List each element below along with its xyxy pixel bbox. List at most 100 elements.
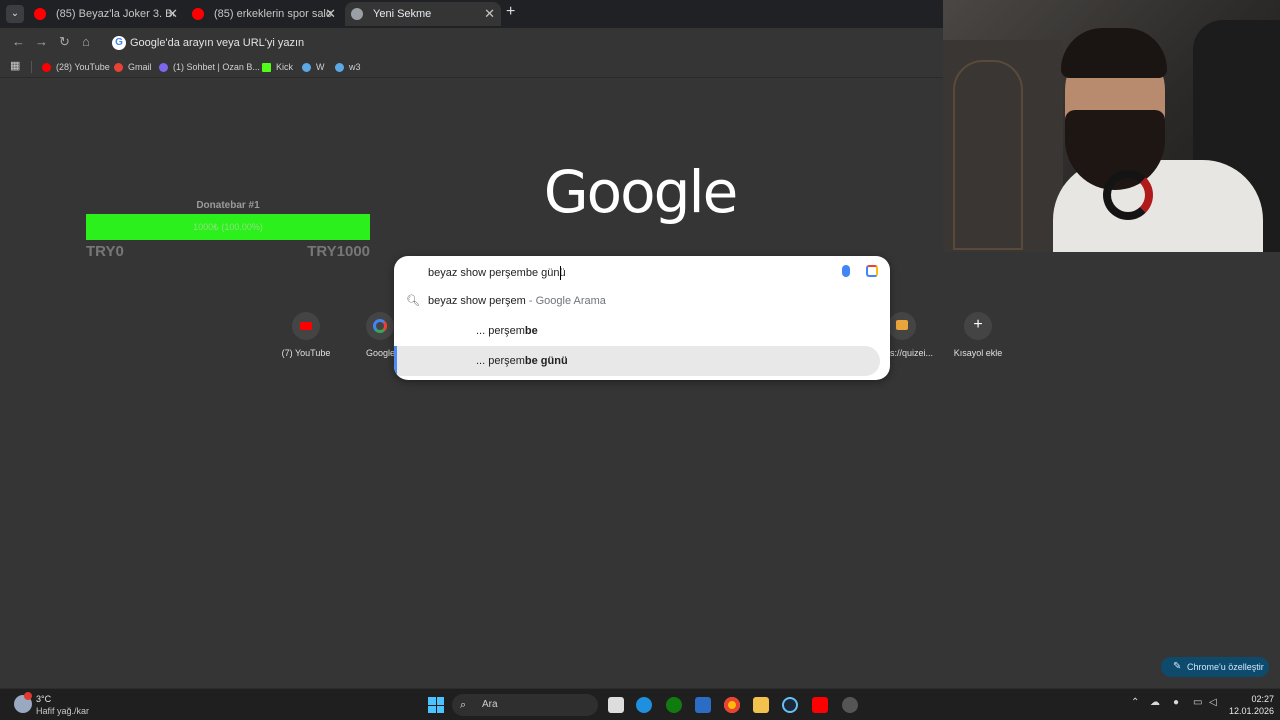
- search-icon: 🔍︎: [406, 295, 420, 307]
- shortcut-add[interactable]: + Kısayol ekle: [938, 312, 1018, 358]
- donatebar-max-label: TRY1000: [307, 243, 370, 260]
- gmail-icon: [114, 63, 123, 72]
- task-view-icon[interactable]: [608, 697, 624, 713]
- windows-start-icon[interactable]: [428, 697, 444, 713]
- clock-time[interactable]: 02:27: [1230, 694, 1274, 704]
- google-lens-icon[interactable]: [866, 265, 878, 277]
- webcam-overlay: [943, 0, 1280, 252]
- bookmark-label: Gmail: [128, 62, 152, 72]
- taskbar: 3°C Hafif yağ./kar ⌕ Ara ⌃ ☁ ● ▭ ◁ 02:27…: [0, 688, 1280, 720]
- donatebar-progress-text: 1000₺ (100.00%): [193, 222, 263, 232]
- globe-icon: [335, 63, 344, 72]
- close-icon[interactable]: ✕: [484, 2, 495, 26]
- google-logo: Google: [543, 158, 739, 226]
- shortcut-youtube[interactable]: (7) YouTube: [266, 312, 346, 358]
- bookmark-label: w3: [349, 62, 361, 72]
- youtube-icon: [34, 8, 46, 20]
- suggestion-query: ... perşem: [476, 325, 525, 337]
- bookmark-sohbet[interactable]: (1) Sohbet | Ozan B...: [159, 59, 260, 75]
- search-icon: ⌕: [460, 699, 467, 711]
- address-placeholder: Google'da arayın veya URL'yi yazın: [130, 37, 305, 49]
- google-icon: [373, 319, 387, 333]
- suggestion-item[interactable]: ... perşembe: [394, 316, 890, 346]
- bookmark-youtube[interactable]: (28) YouTube: [42, 59, 110, 75]
- google-icon: G: [112, 36, 126, 50]
- bookmark-label: W: [316, 62, 325, 72]
- notification-badge: [24, 692, 32, 700]
- shortcut-label: s://quizei...: [890, 348, 934, 358]
- tab-spor-salonu[interactable]: (85) erkeklerin spor salonunda ✕: [186, 2, 342, 26]
- suggestion-text: beyaz show perşem - Google Arama: [428, 286, 606, 316]
- tab-yeni-sekme[interactable]: Yeni Sekme ✕: [345, 2, 501, 26]
- tab-title: Yeni Sekme: [373, 8, 432, 20]
- new-tab-button[interactable]: +: [506, 3, 515, 21]
- close-icon[interactable]: ✕: [167, 2, 178, 26]
- shortcut-quizei[interactable]: s://quizei...: [890, 312, 934, 358]
- tab-title: (85) erkeklerin spor salonunda: [214, 8, 332, 20]
- speaker-icon[interactable]: ◁: [1209, 697, 1217, 708]
- forward-icon[interactable]: →: [35, 34, 48, 49]
- close-icon[interactable]: ✕: [325, 2, 336, 26]
- display-icon[interactable]: ▭: [1193, 697, 1202, 708]
- microphone-icon[interactable]: [842, 265, 850, 277]
- shortcut-google[interactable]: Google: [340, 312, 394, 358]
- bookmark-gmail[interactable]: Gmail: [114, 59, 152, 75]
- youtube-icon: [192, 8, 204, 20]
- search-dropdown: 🔍︎ beyaz show perşem - Google Arama ... …: [394, 256, 890, 380]
- customize-label: Chrome'u özelleştir: [1187, 662, 1264, 672]
- shortcut-label: Kısayol ekle: [953, 348, 1003, 358]
- tab-beyaz-joker[interactable]: (85) Beyaz'la Joker 3. Bölüm - Y ✕: [28, 2, 184, 26]
- chrome-icon: [351, 8, 363, 20]
- taskbar-search[interactable]: ⌕ Ara: [452, 694, 598, 716]
- edge-icon[interactable]: [636, 697, 652, 713]
- bookmark-w3[interactable]: w3: [335, 59, 361, 75]
- taskbar-search-label: Ara: [482, 699, 498, 710]
- donatebar-progress: 1000₺ (100.00%): [86, 214, 370, 240]
- kick-icon: [262, 63, 271, 72]
- microphone-icon[interactable]: ●: [1173, 697, 1179, 708]
- address-bar[interactable]: G Google'da arayın veya URL'yi yazın: [104, 32, 944, 54]
- bookmark-w[interactable]: W: [302, 59, 325, 75]
- home-icon[interactable]: ⌂: [82, 34, 90, 49]
- suggestion-item-selected[interactable]: ... perşembe günü: [394, 346, 880, 376]
- divider: [31, 61, 32, 73]
- xbox-icon[interactable]: [666, 697, 682, 713]
- globe-icon: [302, 63, 311, 72]
- suggestion-item[interactable]: 🔍︎ beyaz show perşem - Google Arama: [394, 286, 890, 316]
- bookmark-label: (1) Sohbet | Ozan B...: [173, 62, 260, 72]
- weather-temperature: 3°C: [36, 694, 52, 704]
- webcam-clothes-rack: [953, 60, 1023, 250]
- customize-chrome-button[interactable]: ✎ Chrome'u özelleştir: [1161, 657, 1269, 677]
- text-cursor: [560, 266, 561, 280]
- app-icon[interactable]: [842, 697, 858, 713]
- search-input[interactable]: [428, 264, 828, 282]
- apps-grid-icon[interactable]: ▦: [10, 60, 22, 72]
- weather-description: Hafif yağ./kar: [36, 706, 90, 716]
- plus-icon: +: [973, 316, 983, 333]
- webcam-person-hair: [1061, 28, 1167, 78]
- suggestion-text: ... perşembe günü: [476, 346, 568, 376]
- bookmark-label: (28) YouTube: [56, 62, 110, 72]
- chrome-icon[interactable]: [724, 697, 740, 713]
- file-explorer-icon[interactable]: [753, 697, 769, 713]
- shortcut-label: Google: [366, 348, 394, 358]
- pencil-icon: ✎: [1173, 661, 1182, 672]
- donatebar-min-label: TRY0: [86, 243, 124, 260]
- chevron-up-icon[interactable]: ⌃: [1131, 697, 1139, 708]
- bookmark-label: Kick: [276, 62, 294, 72]
- shortcut-label: (7) YouTube: [281, 348, 331, 358]
- suggestion-suffix: - Google Arama: [525, 295, 606, 307]
- suggestion-completion: be: [524, 325, 538, 337]
- bookmark-kick[interactable]: Kick: [262, 59, 293, 75]
- donatebar-title: Donatebar #1: [196, 200, 260, 211]
- shortcut-icon: [292, 312, 320, 340]
- clock-date[interactable]: 12.01.2026: [1220, 706, 1274, 716]
- back-icon[interactable]: ←: [12, 34, 25, 49]
- mail-icon[interactable]: [695, 697, 711, 713]
- cloud-icon[interactable]: ☁: [1150, 697, 1160, 708]
- steam-icon[interactable]: [782, 697, 798, 713]
- reload-icon[interactable]: ↻: [59, 34, 70, 50]
- tab-search-button[interactable]: ⌄: [6, 5, 24, 23]
- youtube-icon[interactable]: [812, 697, 828, 713]
- shortcut-icon: [890, 312, 916, 340]
